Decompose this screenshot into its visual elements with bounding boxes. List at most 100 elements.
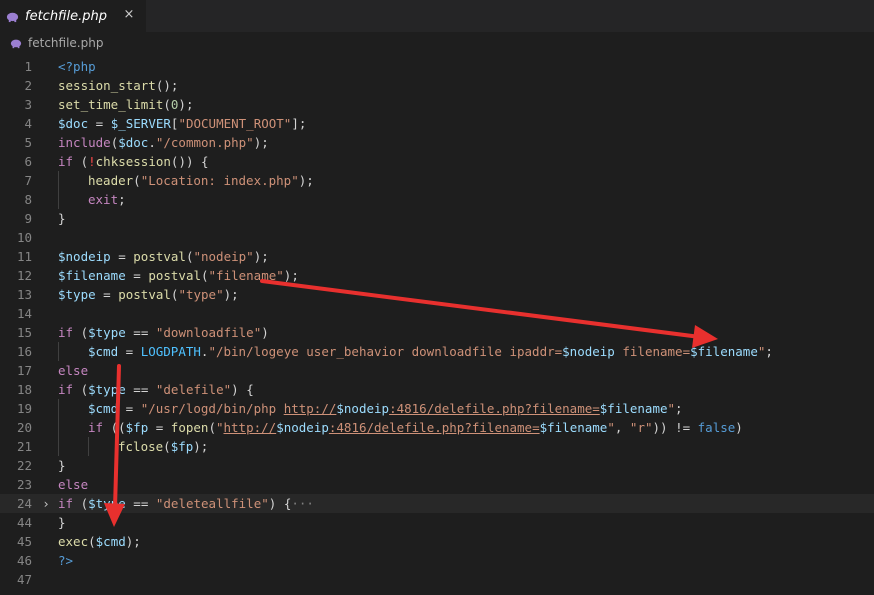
token: (: [133, 173, 141, 188]
token: }: [58, 458, 66, 473]
token: ": [215, 420, 224, 435]
token: "delefile": [155, 382, 232, 397]
code-line[interactable]: 21 fclose($fp);: [0, 437, 874, 456]
breadcrumb: fetchfile.php: [0, 32, 874, 54]
code-line[interactable]: 18 if ($type == "delefile") {: [0, 380, 874, 399]
token: );: [193, 439, 209, 454]
token: );: [253, 249, 269, 264]
token: fopen: [170, 420, 209, 435]
code-line[interactable]: 8 exit;: [0, 190, 874, 209]
token: :4816/delefile.php?filename=: [328, 420, 540, 435]
code-line[interactable]: 46 ?>: [0, 551, 874, 570]
token: if: [58, 325, 74, 340]
token: $cmd: [88, 344, 119, 359]
token: "DOCUMENT_ROOT": [178, 116, 292, 131]
token: postval: [148, 268, 201, 283]
code-line[interactable]: 15 if ($type == "downloadfile"): [0, 323, 874, 342]
code-line[interactable]: 24 › if ($type == "deleteallfile") {···: [0, 494, 874, 513]
token: "Location: index.php": [140, 173, 299, 188]
token: }: [58, 515, 66, 530]
line-number: 13: [16, 287, 32, 302]
tab-fetchfile[interactable]: fetchfile.php ×: [0, 0, 146, 32]
token: ,: [614, 420, 630, 435]
code-line[interactable]: 22}: [0, 456, 874, 475]
token: =: [125, 268, 149, 283]
token: =: [110, 249, 134, 264]
token: $doc: [58, 116, 89, 131]
line-number: 20: [16, 420, 32, 435]
code-line[interactable]: 47: [0, 570, 874, 589]
token: ": [667, 401, 676, 416]
code-line[interactable]: 14: [0, 304, 874, 323]
token: $cmd: [88, 401, 119, 416]
token: ···: [291, 496, 314, 511]
code-text: else: [58, 475, 88, 494]
close-icon[interactable]: ×: [122, 8, 136, 22]
code-line[interactable]: 19 $cmd = "/usr/logd/bin/php http://$node…: [0, 399, 874, 418]
token: $type: [88, 325, 126, 340]
token: $filename: [690, 344, 758, 359]
line-number: 4: [24, 116, 32, 131]
line-number: 14: [16, 306, 32, 321]
line-number: 17: [16, 363, 32, 378]
code-text: if ($type == "delefile") {: [58, 380, 254, 399]
breadcrumb-file[interactable]: fetchfile.php: [28, 36, 103, 50]
token: "type": [178, 287, 224, 302]
code-line[interactable]: 6 if (!chksession()) {: [0, 152, 874, 171]
token: =: [148, 420, 171, 435]
code-line[interactable]: 44}: [0, 513, 874, 532]
code-line[interactable]: 20 if (($fp = fopen("http://$nodeip:4816/…: [0, 418, 874, 437]
code-line[interactable]: 23 else: [0, 475, 874, 494]
token: (: [163, 439, 171, 454]
token: .: [148, 135, 156, 150]
code-line[interactable]: 2 session_start();: [0, 76, 874, 95]
code-text: }: [58, 513, 66, 532]
token: exec: [58, 534, 89, 549]
token: (: [163, 97, 171, 112]
line-number: 44: [16, 515, 32, 530]
token: =: [95, 287, 119, 302]
code-text: if ($type == "deleteallfile") {···: [58, 494, 314, 513]
code-editor[interactable]: 1 <?php 2 session_start(); 3 set_time_limit(0…: [0, 54, 874, 595]
code-line[interactable]: 5 include($doc."/common.php");: [0, 133, 874, 152]
line-number: 5: [24, 135, 32, 150]
line-number: 45: [16, 534, 32, 549]
token: (: [88, 534, 96, 549]
token: "filename": [208, 268, 284, 283]
token: "deleteallfile": [155, 496, 269, 511]
token: $doc: [118, 135, 149, 150]
code-line[interactable]: 3 set_time_limit(0);: [0, 95, 874, 114]
code-line[interactable]: 1 <?php: [0, 57, 874, 76]
code-line[interactable]: 9}: [0, 209, 874, 228]
code-text: ?>: [58, 551, 73, 570]
tab-title: fetchfile.php: [25, 8, 107, 24]
line-number: 1: [24, 59, 32, 74]
token: =: [118, 401, 141, 416]
code-line[interactable]: 45 exec($cmd);: [0, 532, 874, 551]
code-line[interactable]: 7 header("Location: index.php");: [0, 171, 874, 190]
token: ) {: [268, 496, 292, 511]
token: "r": [629, 420, 653, 435]
token: $filename: [539, 420, 608, 435]
php-elephant-icon: [10, 39, 22, 49]
line-number: 2: [24, 78, 32, 93]
code-line[interactable]: 4 $doc = $_SERVER["DOCUMENT_ROOT"];: [0, 114, 874, 133]
token: "nodeip": [193, 249, 254, 264]
token: );: [298, 173, 314, 188]
token: ;: [675, 401, 683, 416]
code-line[interactable]: 12 $filename = postval("filename");: [0, 266, 874, 285]
code-line[interactable]: 11 $nodeip = postval("nodeip");: [0, 247, 874, 266]
token: $type: [88, 382, 126, 397]
token: }: [58, 211, 66, 226]
php-elephant-icon: [6, 12, 19, 22]
token: ;: [765, 344, 773, 359]
token: ": [607, 420, 615, 435]
code-line[interactable]: 17 else: [0, 361, 874, 380]
code-line[interactable]: 10: [0, 228, 874, 247]
code-line[interactable]: 16 $cmd = LOGDPATH."/bin/logeye user_beha…: [0, 342, 874, 361]
token: (: [73, 154, 89, 169]
fold-chevron-icon[interactable]: ›: [40, 494, 52, 513]
token: if: [58, 154, 74, 169]
token: $fp: [125, 420, 149, 435]
code-line[interactable]: 13 $type = postval("type");: [0, 285, 874, 304]
